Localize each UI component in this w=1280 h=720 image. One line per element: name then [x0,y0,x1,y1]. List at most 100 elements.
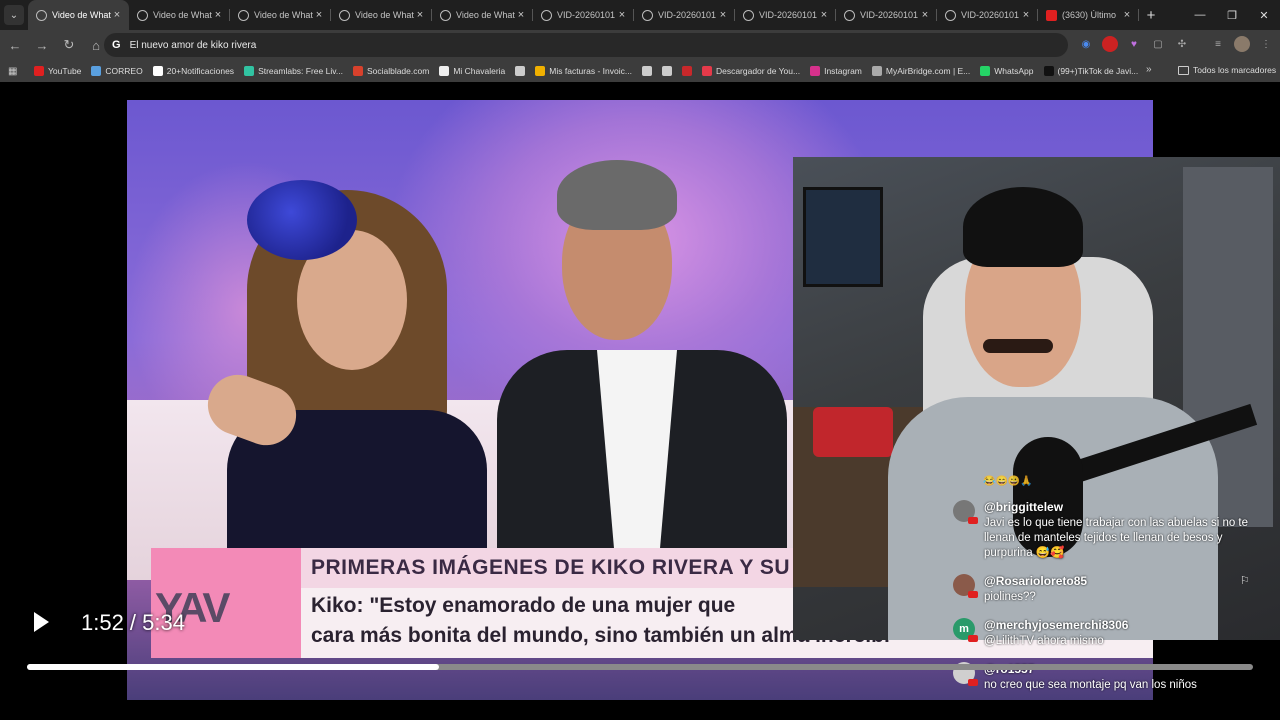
lower-third-headline: PRIMERAS IMÁGENES DE KIKO RIVERA Y SU NO… [311,556,844,579]
forward-button[interactable]: → [30,33,54,57]
reload-button[interactable]: ↻ [57,33,81,57]
bookmark-item[interactable] [641,66,656,76]
bookmark-item[interactable]: 20+Notificaciones [152,66,234,76]
bookmark-favicon [641,66,652,76]
browser-menu-icon[interactable]: ⋮ [1258,36,1274,52]
new-tab-button[interactable]: + [1139,7,1163,24]
chat-username: @Rosarioloreto85 [984,574,1088,588]
browser-tab[interactable]: VID-20260101 × [735,0,836,30]
chat-message: @briggittelew Javi es lo que tiene traba… [953,500,1265,570]
browser-tab[interactable]: VID-20260101 × [634,0,735,30]
tab-list: Video de Whats × Video de Whats × Video de W… [28,0,1139,30]
address-bar[interactable]: G El nuevo amor de kiko rivera [104,33,1068,57]
bookmarks-overflow-button[interactable]: » [1146,64,1152,75]
chat-message: @Rosarioloreto85 ⚐ piolines?? [953,574,1265,610]
chat-text: no creo que sea montaje pq van los niños [984,679,1197,691]
minimize-button[interactable]: — [1184,0,1216,30]
chat-message: m @merchyjosemerchi8306 @LilithTV ahora … [953,618,1265,654]
extension-icon[interactable]: ◉ [1078,36,1094,52]
progress-bar[interactable] [27,664,1253,670]
bookmarks-bar: ▦ YouTube CORREO 20+Notificaciones Streamla… [0,60,1280,82]
apps-grid-icon[interactable]: ▦ [8,66,20,77]
close-tab-icon[interactable]: × [515,9,527,21]
browser-tab[interactable]: Video de Whats × [230,0,331,30]
tab-title: Video de Whats [52,10,111,20]
bookmark-item[interactable]: Mis facturas - Invoic... [535,66,632,76]
extension-icon[interactable]: ▢ [1150,36,1166,52]
bookmark-item[interactable]: MyAirBridge.com | E... [871,66,971,76]
bookmark-favicon [439,66,450,76]
extension-icon[interactable] [1102,36,1118,52]
globe-icon [541,9,552,21]
all-bookmarks-label: Todos los marcadores [1193,65,1277,75]
close-tab-icon[interactable]: × [919,9,931,21]
chat-username: @briggittelew [984,500,1064,514]
close-tab-icon[interactable]: × [1020,9,1032,21]
close-tab-icon[interactable]: × [313,9,325,21]
close-window-button[interactable]: ✕ [1248,0,1280,30]
bookmark-item[interactable]: CORREO [91,66,143,76]
close-tab-icon[interactable]: × [818,9,830,21]
bookmark-item[interactable]: WhatsApp [980,66,1034,76]
bookmark-favicon [244,66,255,76]
all-bookmarks-folder[interactable]: Todos los marcadores [1178,65,1276,75]
globe-icon [440,9,451,21]
browser-tab[interactable]: Video de Whats × [129,0,230,30]
google-icon: G [112,39,121,51]
globe-icon [339,9,350,21]
browser-tab[interactable]: Video de Whats × [331,0,432,30]
back-button[interactable]: ← [3,33,27,57]
tab-title: VID-20260101 [759,10,818,20]
browser-tab[interactable]: Video de Whats × [28,0,129,30]
bookmark-item[interactable]: Mi Chavaleria [439,66,505,76]
bookmark-item[interactable] [661,66,676,76]
globe-icon [642,9,653,21]
chat-username: @merchyjosemerchi8306 [984,618,1129,632]
youtube-icon [968,635,978,642]
bookmark-item[interactable]: (99+)TikTok de Javi... [1043,66,1138,76]
play-icon [34,612,49,632]
media-controls-icon[interactable]: ≡ [1210,36,1226,52]
chat-avatar [953,500,978,524]
bookmark-favicon [701,66,712,76]
bookmark-item[interactable] [681,66,696,76]
bookmark-label: Streamlabs: Free Liv... [258,66,343,76]
report-flag-icon[interactable]: ⚐ [1240,574,1250,587]
youtube-icon [968,591,978,598]
close-tab-icon[interactable]: × [212,9,224,21]
close-tab-icon[interactable]: × [414,9,426,21]
browser-tab[interactable]: VID-20260101 × [836,0,937,30]
extension-icon[interactable]: ♥ [1126,36,1142,52]
close-tab-icon[interactable]: × [717,9,729,21]
bookmark-list: YouTube CORREO 20+Notificaciones Streamlabs… [34,66,1148,76]
close-tab-icon[interactable]: × [1121,9,1133,21]
browser-tab[interactable]: VID-20260101 × [533,0,634,30]
extensions-puzzle-icon[interactable]: ✣ [1174,36,1190,52]
close-tab-icon[interactable]: × [111,9,123,21]
chat-avatar [953,574,978,598]
tab-search-button[interactable]: ⌄ [4,5,24,25]
youtube-icon [968,517,978,524]
bookmark-label: MyAirBridge.com | E... [885,66,971,76]
tab-title: Video de Whats [355,10,414,20]
profile-avatar[interactable] [1234,36,1250,52]
bookmark-item[interactable]: Descargador de You... [701,66,800,76]
video-player[interactable]: YAV PRIMERAS IMÁGENES DE KIKO RIVERA Y S… [0,82,1280,720]
bookmark-item[interactable]: Streamlabs: Free Liv... [244,66,343,76]
maximize-button[interactable]: ❐ [1216,0,1248,30]
bookmark-favicon [34,66,44,76]
bookmark-item[interactable]: YouTube [34,66,81,76]
tab-title: VID-20260101 [658,10,717,20]
bookmark-label: WhatsApp [994,66,1034,76]
window-controls: — ❐ ✕ [1184,0,1280,30]
bookmark-item[interactable]: Socialblade.com [352,66,429,76]
bookmark-item[interactable] [515,66,529,76]
browser-tab[interactable]: Video de Whats × [432,0,533,30]
close-tab-icon[interactable]: × [616,9,628,21]
browser-tab[interactable]: (3630) Último × [1038,0,1139,30]
browser-toolbar: ← → ↻ ⌂ G El nuevo amor de kiko rivera ◉… [0,30,1280,60]
address-bar-text[interactable]: El nuevo amor de kiko rivera [130,40,257,51]
play-button[interactable] [30,611,52,633]
browser-tab[interactable]: VID-20260101 × [937,0,1038,30]
bookmark-item[interactable]: Instagram [810,66,862,76]
